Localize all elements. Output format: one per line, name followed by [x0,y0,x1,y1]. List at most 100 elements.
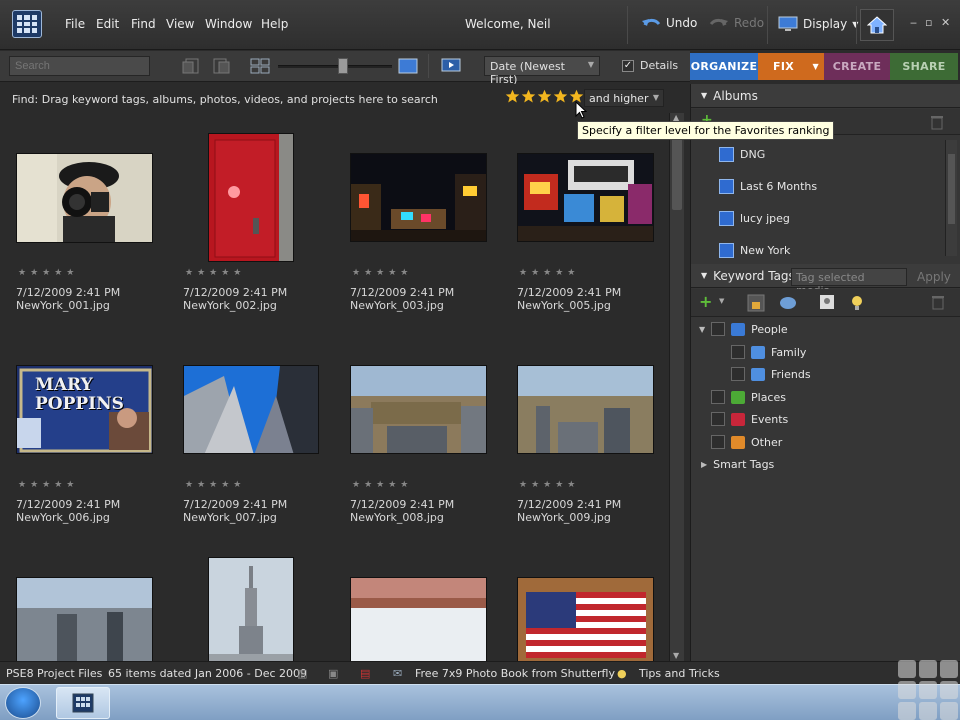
lock-tag-icon[interactable] [747,294,765,312]
menu-edit[interactable]: Edit [96,17,119,31]
media-item[interactable] [167,537,327,661]
person-tag-icon[interactable] [819,294,835,312]
photo-thumbnail[interactable] [350,153,487,242]
album-item[interactable]: DNG [719,147,765,162]
media-item[interactable] [334,537,494,661]
rating-filter-select[interactable]: and higher ▼ [584,89,664,107]
add-tag-icon[interactable]: + [699,292,712,311]
tips-link[interactable]: Tips and Tricks [639,667,720,680]
star-icon[interactable] [505,89,520,104]
rotate-left-icon[interactable] [182,57,202,75]
albums-header[interactable]: ▼ Albums [691,84,960,108]
menu-find[interactable]: Find [131,17,156,31]
tag-category-places[interactable]: Places [711,390,786,404]
rating-stars[interactable]: ★★★★★ [18,480,78,490]
tag-selected-media-input[interactable]: Tag selected media [791,268,907,297]
grid-scrollbar[interactable]: ▲ ▼ [669,113,684,661]
trash-icon[interactable] [930,115,944,130]
keyword-tags-header[interactable]: ▼ Keyword Tags Tag selected media Apply [691,264,960,297]
star-icon[interactable] [521,89,536,104]
photo-thumbnail[interactable] [183,365,319,454]
promo-link[interactable]: Free 7x9 Photo Book from Shutterfly [415,667,615,680]
rating-stars[interactable]: ★★★★★ [352,268,412,278]
organizer-app-icon[interactable] [12,10,42,38]
chevron-down-icon[interactable]: ▼ [719,297,724,305]
menu-file[interactable]: File [65,17,85,31]
start-button[interactable] [5,687,41,719]
home-button[interactable] [860,9,894,41]
tag-checkbox[interactable] [731,345,745,359]
media-item[interactable]: ★★★★★ 7/12/2009 2:41 PM NewYork_003.jpg [334,113,494,325]
details-toggle[interactable]: ✓ Details [622,59,678,72]
photo-thumbnail[interactable]: MARY POPPINS [16,365,153,454]
single-photo-view-icon[interactable] [398,57,418,75]
tag-family[interactable]: Family [731,345,806,359]
tag-checkbox[interactable] [711,322,726,336]
collapse-icon[interactable]: ▼ [701,271,707,280]
slideshow-icon[interactable] [441,57,461,75]
photo-thumbnail[interactable] [16,153,153,243]
photo-thumbnail[interactable] [208,557,294,661]
rating-stars[interactable]: ★★★★★ [352,480,412,490]
smart-tags-group[interactable]: ▶ Smart Tags [701,458,774,471]
restore-icon[interactable]: ▫ [925,16,932,29]
collapse-icon[interactable]: ▼ [701,91,707,100]
thumbnail-size-slider[interactable] [278,65,392,68]
taskbar-organizer-app[interactable] [56,687,110,719]
rating-stars[interactable]: ★★★★★ [18,268,78,278]
photo-thumbnail[interactable] [517,153,654,242]
search-input[interactable] [9,56,150,76]
media-item[interactable] [501,537,661,661]
sort-order-select[interactable]: Date (Newest First) ▼ [484,56,600,86]
tag-category-other[interactable]: Other [711,435,782,449]
tag-checkbox[interactable] [711,412,725,426]
media-item[interactable]: ★★★★★ 7/12/2009 2:41 PM NewYork_001.jpg [0,113,160,325]
rating-stars[interactable]: ★★★★★ [185,268,245,278]
tab-create[interactable]: CREATE [824,53,890,80]
scroll-down-icon[interactable]: ▼ [673,651,679,660]
media-item[interactable]: ★★★★★ 7/12/2009 2:41 PM NewYork_008.jpg [334,325,494,537]
grid-view-icon[interactable] [250,57,270,75]
lock-icon[interactable]: ▣ [328,667,338,680]
tag-category-events[interactable]: Events [711,412,788,426]
calendar-icon[interactable]: ▤ [360,667,370,680]
media-item[interactable]: MARY POPPINS ★★★★★ 7/12/2009 2:41 PM NewY… [0,325,160,537]
photo-thumbnail[interactable] [350,365,487,454]
minimize-icon[interactable]: ‒ [910,16,917,29]
rating-stars[interactable]: ★★★★★ [185,480,245,490]
album-item[interactable]: lucy jpeg [719,211,790,226]
cloud-tag-icon[interactable] [779,294,797,312]
tag-checkbox[interactable] [711,435,725,449]
star-icon[interactable] [553,89,568,104]
tag-checkbox[interactable] [711,390,725,404]
tag-category-people[interactable]: ▼ People [699,322,788,336]
expand-icon[interactable]: ▶ [701,460,707,469]
menu-view[interactable]: View [166,17,194,31]
media-item[interactable]: ★★★★★ 7/12/2009 2:41 PM NewYork_002.jpg [167,113,327,325]
display-menu-button[interactable]: Display ▼ [778,16,858,32]
rating-stars[interactable]: ★★★★★ [519,268,579,278]
album-item[interactable]: New York [719,243,790,258]
photo-thumbnail[interactable] [16,577,153,661]
filmstrip-icon[interactable]: ▥ [297,667,307,680]
rotate-right-icon[interactable] [210,57,230,75]
menu-help[interactable]: Help [261,17,288,31]
catalog-name[interactable]: PSE8 Project Files [6,667,102,680]
albums-scrollbar[interactable] [945,140,957,256]
media-item[interactable]: ★★★★★ 7/12/2009 2:41 PM NewYork_007.jpg [167,325,327,537]
chevron-down-icon[interactable]: ▼ [813,62,819,71]
tag-checkbox[interactable] [731,367,745,381]
trash-icon[interactable] [931,295,945,310]
album-item[interactable]: Last 6 Months [719,179,817,194]
photo-thumbnail[interactable] [517,365,654,454]
rating-stars[interactable]: ★★★★★ [519,480,579,490]
media-item[interactable] [0,537,160,661]
tab-fix[interactable]: FIX ▼ [758,53,824,80]
star-icon[interactable] [537,89,552,104]
scrollbar-thumb[interactable] [948,154,955,224]
photo-thumbnail[interactable] [350,577,487,661]
details-checkbox[interactable]: ✓ [622,59,634,72]
photo-thumbnail[interactable] [517,577,654,661]
collapse-icon[interactable]: ▼ [699,325,705,334]
undo-button[interactable]: Undo [641,16,697,30]
